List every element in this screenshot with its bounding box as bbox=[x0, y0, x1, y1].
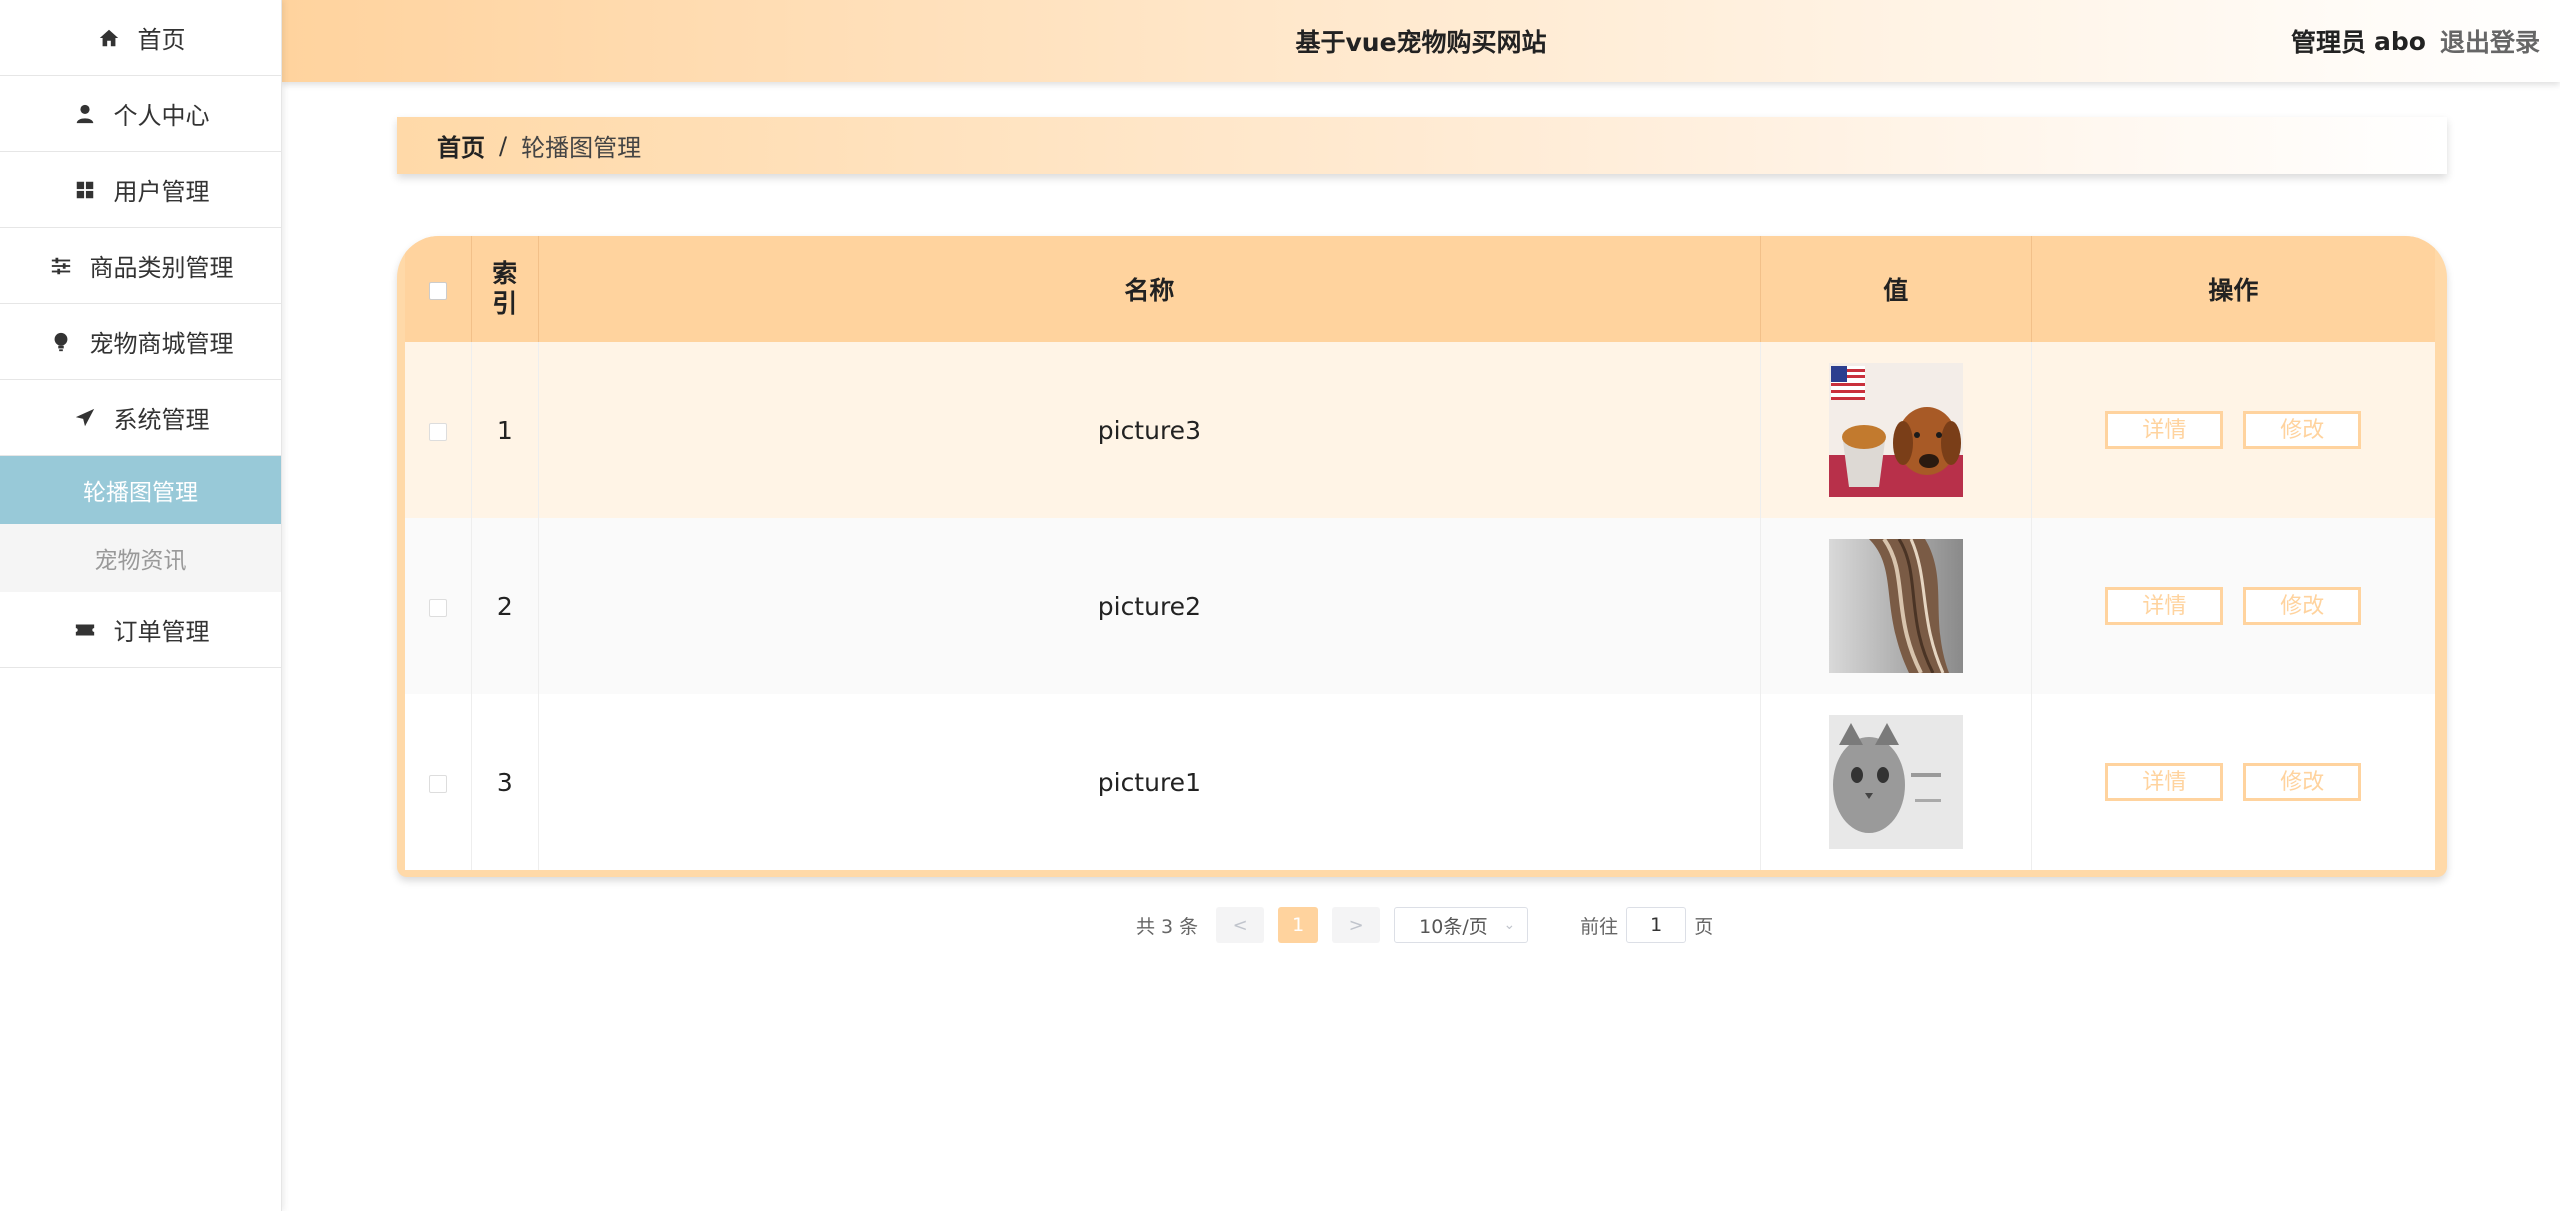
page-suffix: 页 bbox=[1694, 915, 1714, 938]
menu-item-label: 个人中心 bbox=[113, 102, 210, 130]
edit-button[interactable]: 修改 bbox=[2243, 587, 2362, 625]
menu-item-category-management[interactable]: 商品类别管理 bbox=[0, 228, 281, 304]
row-value bbox=[1760, 342, 2032, 518]
menu-item-label: 首页 bbox=[137, 26, 186, 54]
data-table-container: 索引 名称 值 操作 1 picture3 详情 修改 2 picture2 详… bbox=[397, 236, 2447, 877]
user-role: 管理员 bbox=[2291, 28, 2367, 57]
header-value: 值 bbox=[1760, 236, 2032, 342]
row-checkbox[interactable] bbox=[428, 422, 447, 441]
pagination: 共 3 条 < 1 > 10条/页 ⌄ 前往 页 bbox=[1136, 906, 1713, 944]
home-icon bbox=[96, 25, 122, 51]
row-actions: 详情 修改 bbox=[2031, 694, 2435, 870]
page-number-1[interactable]: 1 bbox=[1278, 907, 1319, 943]
menu-item-pet-mall-management[interactable]: 宠物商城管理 bbox=[0, 304, 281, 380]
row-checkbox[interactable] bbox=[428, 598, 447, 617]
menu-item-home[interactable]: 首页 bbox=[0, 0, 281, 76]
top-header: 基于vue宠物购买网站 管理员 abo 退出登录 bbox=[282, 0, 2560, 82]
petfood-dog-image[interactable] bbox=[1828, 363, 1963, 497]
row-checkbox[interactable] bbox=[428, 774, 447, 793]
bulb-icon bbox=[48, 329, 74, 355]
header-actions: 操作 bbox=[2208, 276, 2259, 305]
header-index-label: 索引 bbox=[492, 259, 518, 318]
row-name: picture1 bbox=[538, 694, 1761, 870]
table-row: 2 picture2 详情 修改 bbox=[405, 518, 2435, 694]
row-index: 2 bbox=[471, 518, 539, 694]
send-icon bbox=[72, 405, 98, 431]
breadcrumb: 首页 / 轮播图管理 bbox=[397, 117, 2447, 174]
prev-page-button[interactable]: < bbox=[1216, 907, 1265, 943]
row-value bbox=[1760, 518, 2032, 694]
edit-button[interactable]: 修改 bbox=[2243, 763, 2362, 801]
row-checkbox-cell bbox=[405, 694, 472, 870]
menu-item-personal-center[interactable]: 个人中心 bbox=[0, 76, 281, 152]
row-index: 1 bbox=[471, 342, 539, 518]
page-size-select[interactable]: 10条/页 ⌄ bbox=[1394, 907, 1529, 943]
page-size-value: 10条/页 bbox=[1419, 915, 1488, 938]
goto-page-input[interactable] bbox=[1626, 907, 1687, 943]
row-checkbox-cell bbox=[405, 518, 472, 694]
detail-button[interactable]: 详情 bbox=[2105, 763, 2224, 801]
table-header-row: 索引 名称 值 操作 bbox=[405, 236, 2435, 342]
gray-cat-image[interactable] bbox=[1828, 715, 1963, 849]
menu-item-label: 用户管理 bbox=[113, 178, 210, 206]
sub-item-label: 宠物资讯 bbox=[94, 548, 187, 574]
select-all-checkbox[interactable] bbox=[428, 281, 447, 300]
breadcrumb-current: 轮播图管理 bbox=[521, 134, 642, 162]
header-name: 名称 bbox=[538, 236, 1761, 342]
site-title: 基于vue宠物购买网站 bbox=[1295, 28, 1547, 57]
goto-label: 前往 bbox=[1580, 915, 1619, 938]
row-index: 3 bbox=[471, 694, 539, 870]
data-table: 索引 名称 值 操作 1 picture3 详情 修改 2 picture2 详… bbox=[405, 236, 2435, 870]
sub-item-carousel-management[interactable]: 轮播图管理 bbox=[0, 456, 281, 524]
menu-item-user-management[interactable]: 用户管理 bbox=[0, 152, 281, 228]
menu-item-system-management[interactable]: 系统管理 bbox=[0, 380, 281, 456]
menu-item-order-management[interactable]: 订单管理 bbox=[0, 592, 281, 668]
pagination-total: 共 3 条 bbox=[1136, 915, 1199, 938]
detail-button[interactable]: 详情 bbox=[2105, 587, 2224, 625]
user-area: 管理员 abo 退出登录 bbox=[2291, 0, 2540, 82]
sub-item-pet-news[interactable]: 宠物资讯 bbox=[0, 524, 281, 592]
menu-item-label: 商品类别管理 bbox=[89, 254, 234, 282]
sidebar: 首页 个人中心 用户管理 商品类别管理 宠物商城管理 系统管理 轮播图管理 宠物… bbox=[0, 0, 282, 1211]
user-name: abo bbox=[2374, 26, 2426, 56]
wood-closeup-image[interactable] bbox=[1828, 539, 1963, 673]
row-name: picture2 bbox=[538, 518, 1761, 694]
breadcrumb-separator: / bbox=[499, 131, 508, 160]
sliders-icon bbox=[48, 253, 74, 279]
menu-item-label: 订单管理 bbox=[113, 618, 210, 646]
header-checkbox-cell bbox=[405, 236, 472, 342]
chevron-down-icon: ⌄ bbox=[1503, 917, 1516, 933]
logout-link[interactable]: 退出登录 bbox=[2440, 23, 2540, 59]
header-index: 索引 bbox=[471, 236, 539, 342]
grid-icon bbox=[72, 177, 98, 203]
user-icon bbox=[72, 101, 98, 127]
next-page-button[interactable]: > bbox=[1332, 907, 1381, 943]
menu-item-label: 系统管理 bbox=[113, 406, 210, 434]
table-row: 3 picture1 详情 修改 bbox=[405, 694, 2435, 870]
row-actions: 详情 修改 bbox=[2031, 518, 2435, 694]
row-value bbox=[1760, 694, 2032, 870]
table-row: 1 picture3 详情 修改 bbox=[405, 342, 2435, 518]
row-checkbox-cell bbox=[405, 342, 472, 518]
sub-item-label: 轮播图管理 bbox=[83, 480, 198, 506]
row-name: picture3 bbox=[538, 342, 1761, 518]
edit-button[interactable]: 修改 bbox=[2243, 411, 2362, 449]
row-actions: 详情 修改 bbox=[2031, 342, 2435, 518]
detail-button[interactable]: 详情 bbox=[2105, 411, 2224, 449]
ticket-icon bbox=[72, 617, 98, 643]
breadcrumb-home[interactable]: 首页 bbox=[437, 128, 485, 163]
menu-item-label: 宠物商城管理 bbox=[89, 330, 234, 358]
